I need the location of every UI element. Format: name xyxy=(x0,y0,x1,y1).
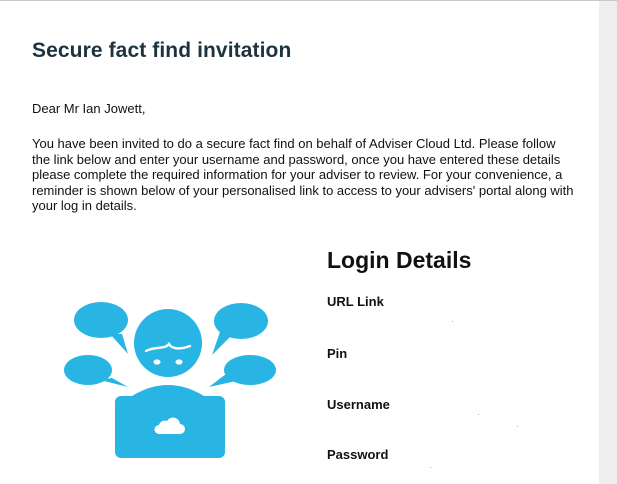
login-details-heading: Login Details xyxy=(327,247,472,273)
url-link-label: URL Link xyxy=(327,294,384,309)
email-title: Secure fact find invitation xyxy=(32,39,292,62)
user-at-laptop-with-speech-bubbles-icon xyxy=(64,302,276,458)
email-body: Secure fact find invitation Dear Mr Ian … xyxy=(0,1,599,484)
url-link-value[interactable] xyxy=(452,321,453,322)
password-value xyxy=(430,467,431,468)
greeting-text: Dear Mr Ian Jowett, xyxy=(32,101,146,116)
pin-label: Pin xyxy=(327,346,348,361)
username-value-mark xyxy=(517,426,518,427)
invitation-paragraph: You have been invited to do a secure fac… xyxy=(32,136,574,213)
username-value xyxy=(478,414,479,415)
password-label: Password xyxy=(327,447,389,462)
username-label: Username xyxy=(327,397,390,412)
email-viewer: Secure fact find invitation Dear Mr Ian … xyxy=(0,0,617,484)
